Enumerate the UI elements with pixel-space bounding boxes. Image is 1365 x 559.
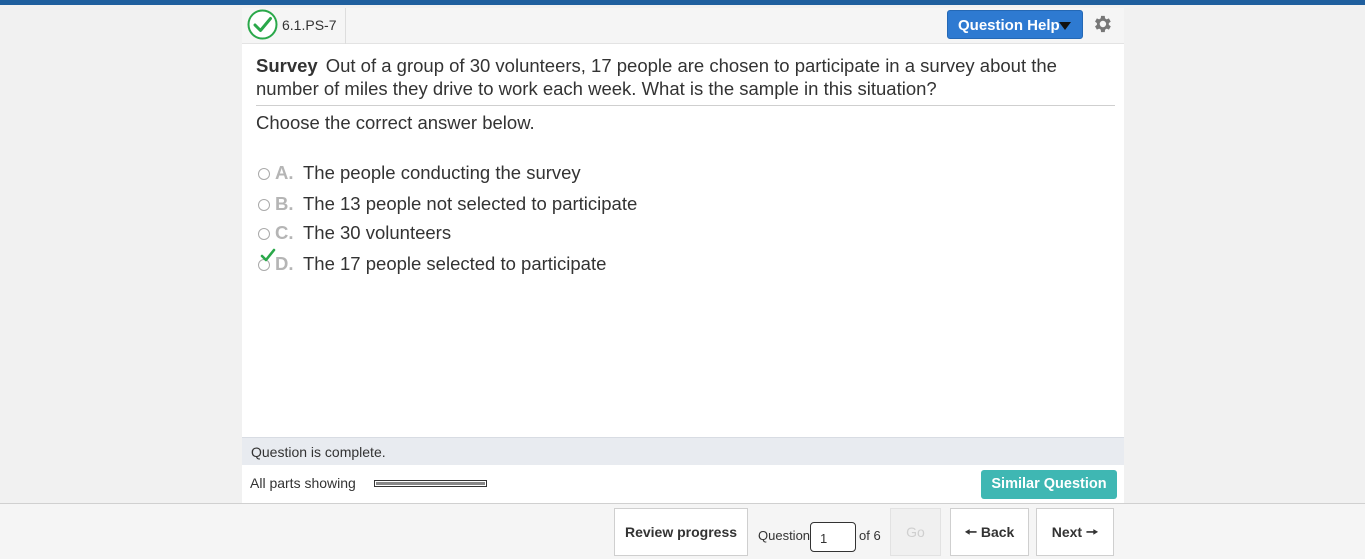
next-label: Next xyxy=(1051,524,1083,540)
divider xyxy=(256,105,1115,106)
radio-b[interactable] xyxy=(258,199,270,211)
next-button[interactable]: Next 🠖 xyxy=(1036,508,1114,556)
footer-nav: Review progress Question 1 of 6 Go 🠔 Bac… xyxy=(0,503,1365,559)
question-text: Survey Out of a group of 30 volunteers, 1… xyxy=(256,54,1116,100)
question-help-label: Question Help xyxy=(958,17,1060,34)
instruction-text: Choose the correct answer below. xyxy=(256,112,535,133)
question-help-button[interactable]: Question Help xyxy=(947,10,1083,39)
back-button[interactable]: 🠔 Back xyxy=(950,508,1029,556)
progress-fill xyxy=(376,482,485,485)
choice-letter: D. xyxy=(275,253,294,274)
question-id-box: 6.1.PS-7 xyxy=(242,8,346,44)
choice-letter: B. xyxy=(275,193,294,214)
arrow-right-icon: 🠖 xyxy=(1082,524,1099,540)
checkmark-icon xyxy=(260,248,276,262)
question-body: Out of a group of 30 volunteers, 17 peop… xyxy=(256,55,1057,99)
question-panel: 6.1.PS-7 Question Help Survey Out of a gr… xyxy=(242,8,1124,503)
gear-icon[interactable] xyxy=(1091,13,1113,35)
review-progress-button[interactable]: Review progress xyxy=(614,508,748,556)
question-navigator: Question 1 of 6 xyxy=(748,508,889,556)
choice-text: The 13 people not selected to participat… xyxy=(303,193,638,214)
parts-showing-label: All parts showing xyxy=(250,475,356,491)
similar-question-button[interactable]: Similar Question xyxy=(981,470,1117,499)
question-tag: Survey xyxy=(256,55,318,76)
check-circle-icon xyxy=(247,9,278,40)
go-button[interactable]: Go xyxy=(890,508,941,556)
question-number-input[interactable]: 1 xyxy=(810,522,856,552)
arrow-left-icon: 🠔 xyxy=(964,524,981,540)
question-id: 6.1.PS-7 xyxy=(282,17,337,33)
choice-text: The 30 volunteers xyxy=(303,222,452,243)
choice-text: The 17 people selected to participate xyxy=(303,253,607,274)
question-header: 6.1.PS-7 Question Help xyxy=(242,8,1124,44)
completion-bar: Question is complete. xyxy=(242,437,1124,465)
choice-letter: C. xyxy=(275,222,294,243)
caret-down-icon xyxy=(1059,22,1071,30)
completion-status: Question is complete. xyxy=(251,444,386,460)
radio-c[interactable] xyxy=(258,228,270,240)
choice-letter: A. xyxy=(275,162,294,183)
top-accent-bar xyxy=(0,0,1365,5)
question-total: of 6 xyxy=(859,528,881,543)
radio-a[interactable] xyxy=(258,168,270,180)
question-label: Question xyxy=(758,528,811,543)
choice-text: The people conducting the survey xyxy=(303,162,581,183)
parts-progress-bar xyxy=(374,480,487,487)
back-label: Back xyxy=(980,524,1015,540)
